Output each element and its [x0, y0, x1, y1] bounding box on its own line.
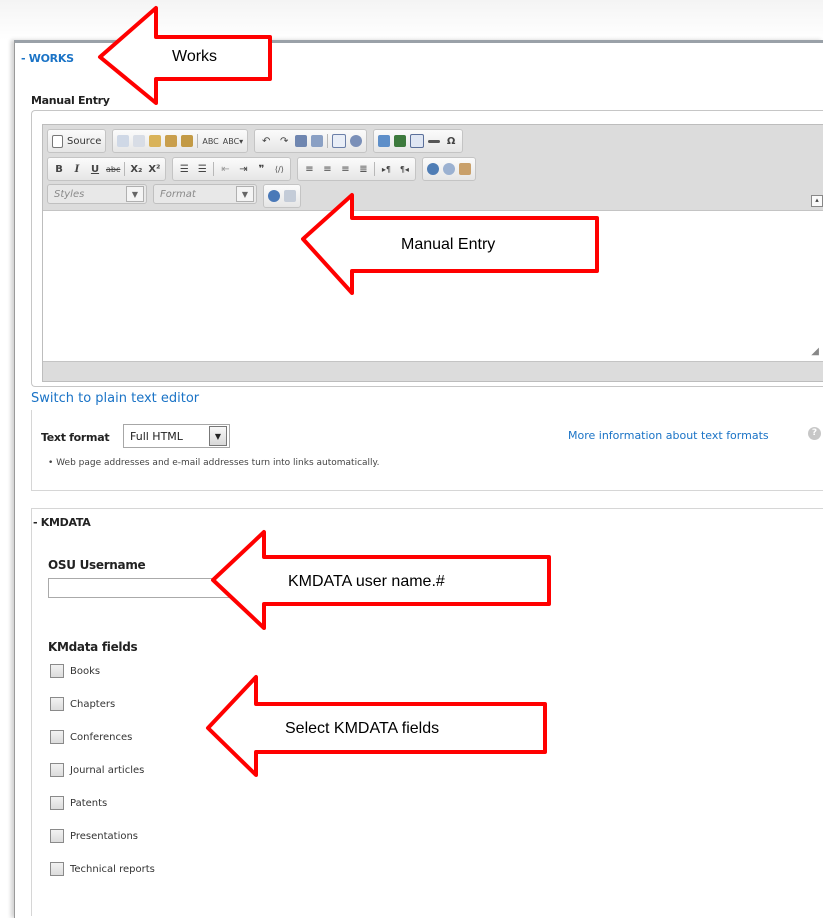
annotation-overlay [98, 6, 599, 777]
annotation-fields-label: Select KMDATA fields [285, 720, 440, 737]
annotation-username-label: KMDATA user name.# [288, 573, 445, 590]
annotation-manual-entry-label: Manual Entry [401, 236, 496, 253]
annotation-works-label: Works [172, 48, 218, 65]
